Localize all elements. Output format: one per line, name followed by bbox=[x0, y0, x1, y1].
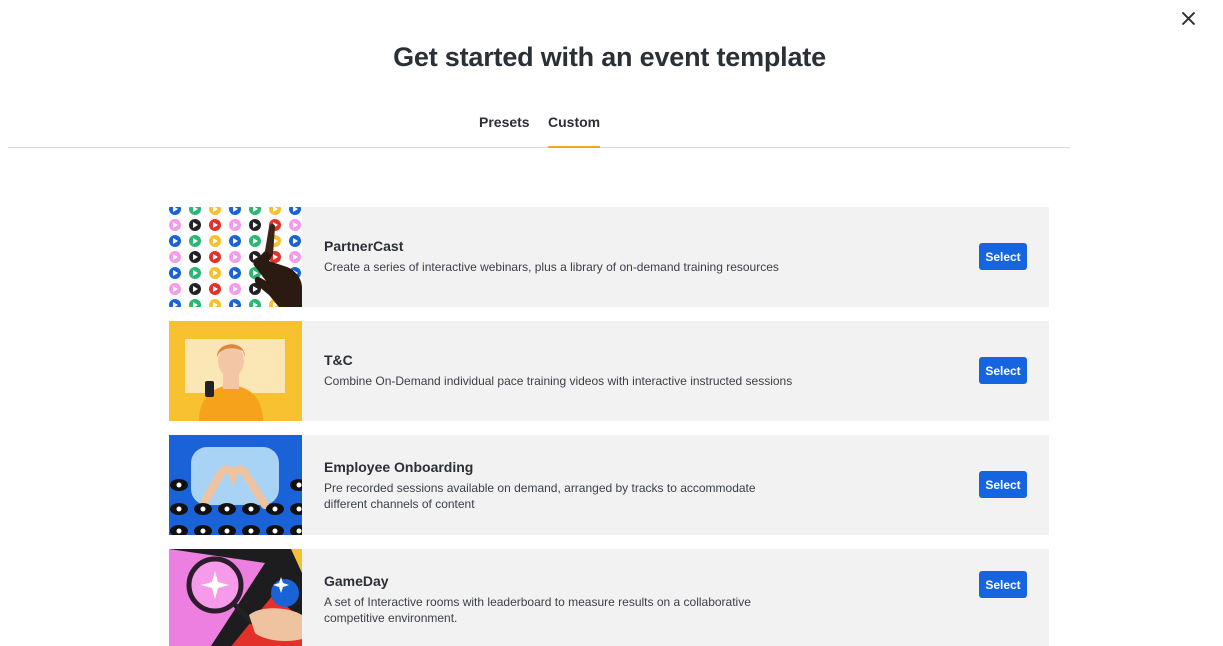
template-tabs: Presets Custom bbox=[8, 104, 1070, 148]
template-title: GameDay bbox=[324, 573, 389, 589]
select-button-employee-onboarding[interactable]: Select bbox=[979, 471, 1027, 498]
tab-custom[interactable]: Custom bbox=[548, 114, 601, 148]
gameday-thumbnail bbox=[169, 549, 302, 646]
template-card-employee-onboarding: Employee Onboarding Pre recorded session… bbox=[169, 435, 1049, 535]
template-title: Employee Onboarding bbox=[324, 459, 474, 475]
template-card-gameday: GameDay A set of Interactive rooms with … bbox=[169, 549, 1049, 646]
template-card-tc: T&C Combine On-Demand individual pace tr… bbox=[169, 321, 1049, 421]
template-title: T&C bbox=[324, 352, 353, 368]
employee-onboarding-thumbnail bbox=[169, 435, 302, 535]
select-button-gameday[interactable]: Select bbox=[979, 571, 1027, 598]
close-button[interactable] bbox=[1176, 6, 1200, 30]
select-button-partnercast[interactable]: Select bbox=[979, 243, 1027, 270]
close-icon bbox=[1181, 11, 1195, 25]
page-title: Get started with an event template bbox=[393, 42, 826, 72]
template-description: Pre recorded sessions available on deman… bbox=[324, 481, 756, 511]
tc-thumbnail bbox=[169, 321, 302, 421]
template-description: Create a series of interactive webinars,… bbox=[324, 260, 779, 274]
template-description: Combine On-Demand individual pace traini… bbox=[324, 374, 793, 388]
tab-presets[interactable]: Presets bbox=[479, 114, 530, 147]
select-button-tc[interactable]: Select bbox=[979, 357, 1027, 384]
template-title: PartnerCast bbox=[324, 238, 404, 254]
template-card-partnercast: PartnerCast Create a series of interacti… bbox=[169, 207, 1049, 307]
template-description: A set of Interactive rooms with leaderbo… bbox=[324, 595, 751, 625]
partnercast-thumbnail bbox=[169, 207, 302, 307]
